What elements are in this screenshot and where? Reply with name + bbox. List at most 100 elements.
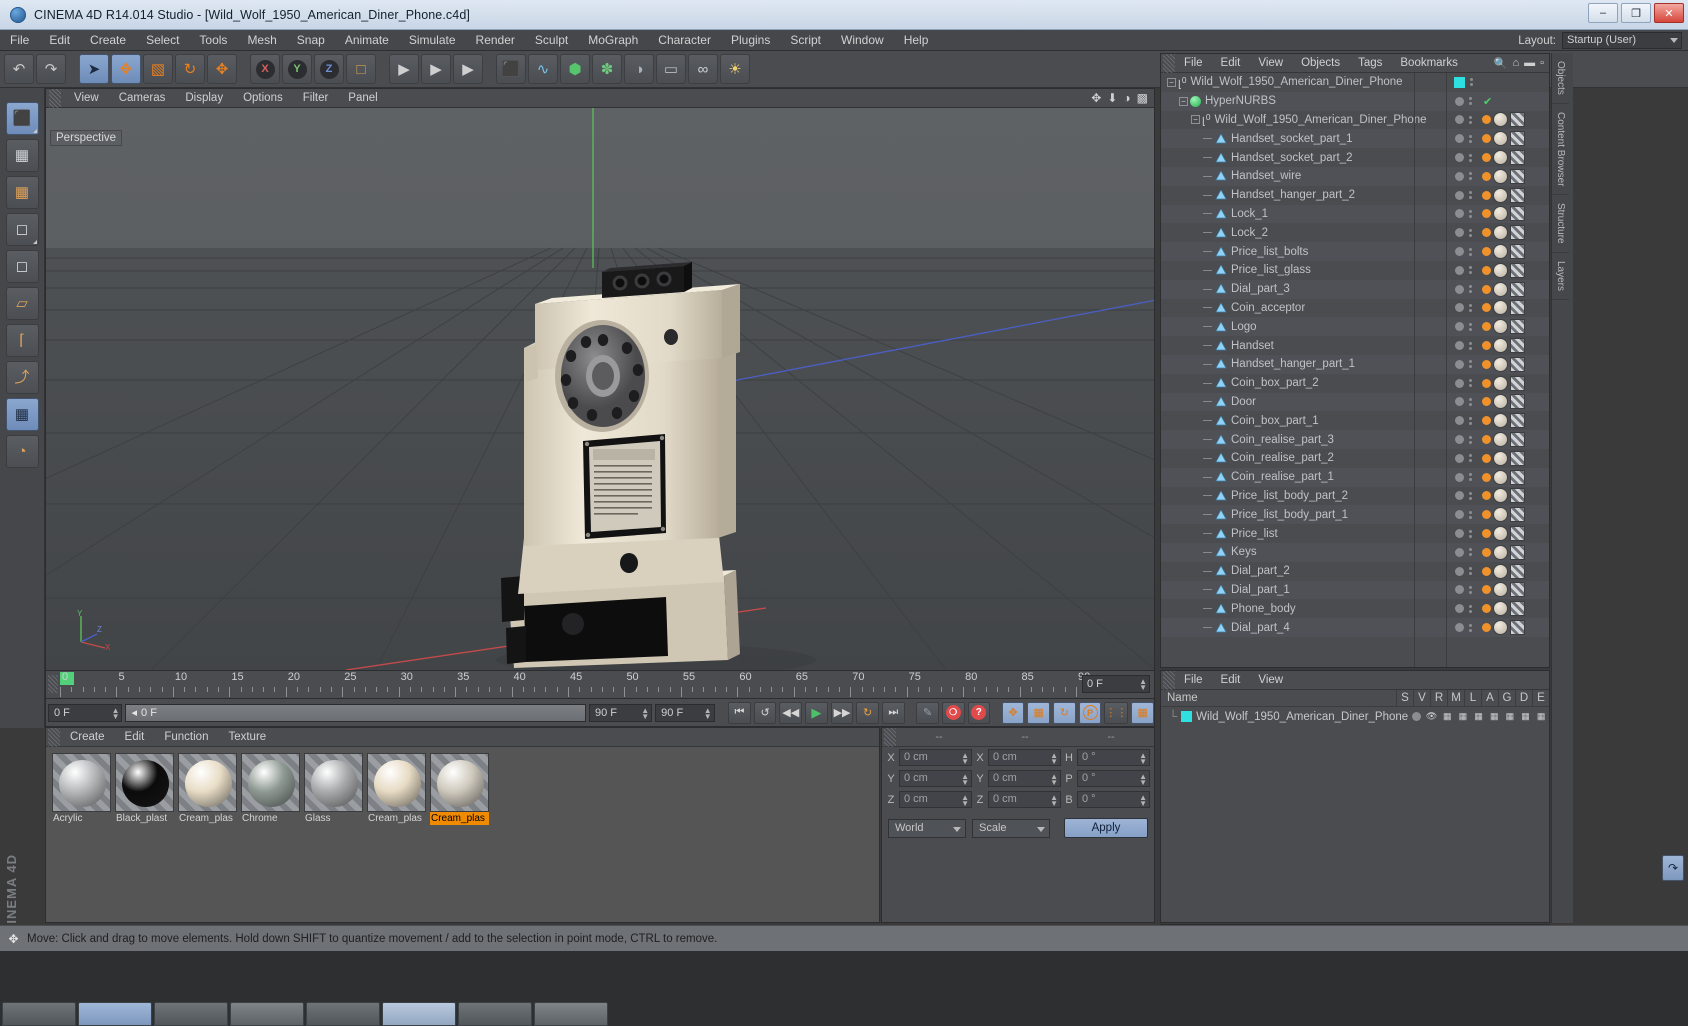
object-row[interactable]: − ⌊0 Wild_Wolf_1950_American_Diner_Phone	[1161, 111, 1549, 130]
object-menu-tags[interactable]: Tags	[1349, 54, 1391, 73]
material-tag-icon[interactable]	[1510, 507, 1525, 523]
material-tag-icon[interactable]	[1510, 150, 1525, 166]
tag-dot-icon[interactable]	[1482, 209, 1491, 219]
object-row[interactable]: Dial_part_3	[1161, 279, 1549, 299]
object-menu-edit[interactable]: Edit	[1212, 54, 1250, 73]
visibility-toggle-dots[interactable]	[1468, 623, 1472, 632]
phong-tag-icon[interactable]	[1493, 469, 1508, 485]
visibility-dot[interactable]	[1454, 209, 1464, 219]
animation-mode-button[interactable]: ▦	[1131, 701, 1154, 724]
phong-tag-icon[interactable]	[1493, 413, 1508, 429]
visibility-dot[interactable]	[1454, 604, 1464, 614]
material-preview[interactable]	[178, 753, 237, 812]
tag-dot-icon[interactable]	[1482, 529, 1491, 539]
coordinate-system-dropdown[interactable]: World	[888, 818, 966, 838]
object-menu-bookmarks[interactable]: Bookmarks	[1391, 54, 1467, 73]
render-settings-button[interactable]: ▶	[453, 54, 483, 84]
material-item[interactable]: Black_plast	[115, 753, 174, 825]
end-frame-field[interactable]: 90 F ▲ ▼	[655, 703, 715, 722]
layer-animation-cell[interactable]: ▦	[1486, 711, 1502, 722]
tag-dot-icon[interactable]	[1482, 265, 1491, 275]
material-name[interactable]: Chrome	[241, 812, 300, 825]
menu-edit[interactable]: Edit	[39, 30, 80, 51]
material-tag-icon[interactable]	[1510, 225, 1525, 241]
material-tag-icon[interactable]	[1510, 244, 1525, 260]
object-row[interactable]: Handset_socket_part_1	[1161, 129, 1549, 149]
menu-simulate[interactable]: Simulate	[399, 30, 466, 51]
visibility-toggle-dots[interactable]	[1468, 341, 1472, 350]
material-item[interactable]: Chrome	[241, 753, 300, 825]
taskbar-item-1[interactable]	[2, 1002, 76, 1026]
phong-tag-icon[interactable]	[1493, 488, 1508, 504]
visibility-toggle-dots[interactable]	[1468, 397, 1472, 406]
object-row[interactable]: Dial_part_1	[1161, 580, 1549, 600]
visibility-toggle-dots[interactable]	[1468, 209, 1472, 218]
material-tag-icon[interactable]	[1510, 488, 1525, 504]
phong-tag-icon[interactable]	[1493, 168, 1508, 184]
preview-range-bar[interactable]: ◂ 0 F	[125, 703, 586, 722]
tag-dot-icon[interactable]	[1482, 115, 1491, 125]
close-button[interactable]: ✕	[1654, 3, 1684, 23]
tag-dot-icon[interactable]	[1482, 303, 1491, 313]
material-tag-icon[interactable]	[1510, 262, 1525, 278]
material-tag-icon[interactable]	[1510, 338, 1525, 354]
visibility-dot[interactable]	[1454, 247, 1464, 257]
layer-generators-cell[interactable]: ▦	[1502, 711, 1518, 722]
phong-tag-icon[interactable]	[1493, 507, 1508, 523]
play-loop-button[interactable]: ↻	[856, 701, 879, 724]
viewport-menu-display[interactable]: Display	[175, 89, 233, 108]
add-light-button[interactable]: ☀	[720, 54, 750, 84]
phong-tag-icon[interactable]	[1493, 544, 1508, 560]
panel-grip-icon[interactable]	[48, 675, 58, 693]
phong-tag-icon[interactable]	[1493, 262, 1508, 278]
object-row[interactable]: Coin_box_part_2	[1161, 374, 1549, 393]
search-icon[interactable]: 🔍	[1494, 57, 1508, 70]
rotation-input[interactable]: 0 ° ▲ ▼	[1077, 770, 1150, 787]
object-row[interactable]: Coin_acceptor	[1161, 299, 1549, 318]
play-backwards-button[interactable]: ↺	[753, 701, 777, 724]
object-menu-view[interactable]: View	[1249, 54, 1292, 73]
layer-color-swatch[interactable]	[1181, 711, 1193, 722]
visibility-dot[interactable]	[1454, 190, 1464, 200]
object-row[interactable]: − ⌊0 Wild_Wolf_1950_American_Diner_Phone	[1161, 73, 1549, 92]
taskbar-item-6[interactable]	[382, 1002, 456, 1026]
phong-tag-icon[interactable]	[1493, 150, 1508, 166]
play-button[interactable]: ▶	[805, 701, 828, 724]
material-item[interactable]: Glass	[304, 753, 363, 825]
tag-dot-icon[interactable]	[1482, 284, 1491, 294]
material-tag-icon[interactable]	[1510, 206, 1525, 222]
layer-menu-view[interactable]: View	[1249, 671, 1292, 690]
object-color-swatch[interactable]	[1453, 76, 1465, 88]
object-menu-objects[interactable]: Objects	[1292, 54, 1349, 73]
visibility-toggle-dots[interactable]	[1468, 285, 1472, 294]
material-preview[interactable]	[430, 753, 489, 812]
taskbar-item-8[interactable]	[534, 1002, 608, 1026]
stepper-icon[interactable]: ▲ ▼	[1139, 678, 1147, 692]
tag-dot-icon[interactable]	[1482, 359, 1491, 369]
perspective-viewport[interactable]: View Cameras Display Options Filter Pane…	[45, 88, 1155, 671]
rotation-input[interactable]: 0 ° ▲ ▼	[1077, 749, 1150, 766]
material-name[interactable]: Black_plast	[115, 812, 174, 825]
phong-tag-icon[interactable]	[1493, 244, 1508, 260]
phong-tag-icon[interactable]	[1493, 225, 1508, 241]
panel-grip-icon[interactable]	[48, 727, 60, 747]
material-tag-icon[interactable]	[1510, 319, 1525, 335]
visibility-toggle-dots[interactable]	[1468, 379, 1472, 388]
material-tag-icon[interactable]	[1510, 450, 1525, 466]
object-row[interactable]: Handset_hanger_part_1	[1161, 354, 1549, 374]
tag-dot-icon[interactable]	[1482, 190, 1491, 200]
stepper-icon[interactable]: ▲ ▼	[704, 706, 712, 720]
layer-menu-file[interactable]: File	[1175, 671, 1212, 690]
dolly-camera-icon[interactable]: ⬇	[1107, 91, 1117, 105]
material-tag-icon[interactable]	[1510, 582, 1525, 598]
tag-dot-icon[interactable]	[1482, 322, 1491, 332]
preview-range-left-icon[interactable]: ◂	[131, 705, 137, 721]
material-tag-icon[interactable]	[1510, 300, 1525, 316]
menu-script[interactable]: Script	[780, 30, 831, 51]
menu-tools[interactable]: Tools	[189, 30, 237, 51]
stepper-icon[interactable]: ▲ ▼	[112, 706, 120, 720]
visibility-toggle-dots[interactable]	[1468, 303, 1472, 312]
stepper-icon[interactable]: ▲ ▼	[961, 773, 969, 787]
visibility-toggle-dots[interactable]	[1468, 322, 1472, 331]
visibility-dot[interactable]	[1454, 416, 1464, 426]
